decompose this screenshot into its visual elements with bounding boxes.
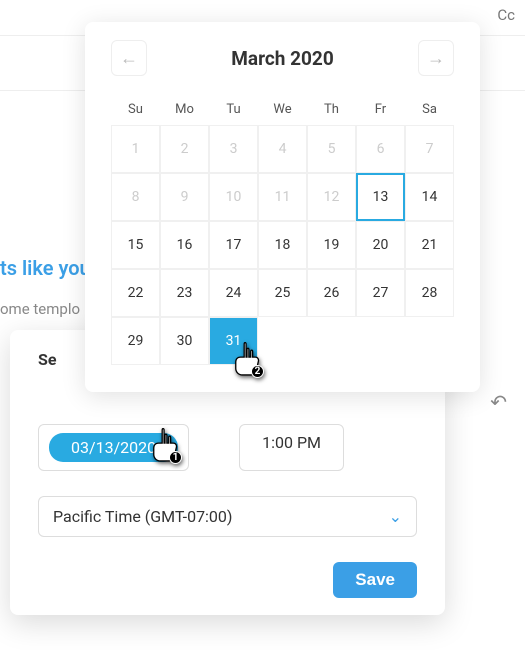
- calendar-day[interactable]: 13: [356, 173, 405, 221]
- calendar-day[interactable]: 11: [258, 173, 307, 221]
- calendar-day[interactable]: 24: [209, 269, 258, 317]
- calendar-day[interactable]: 20: [356, 221, 405, 269]
- arrow-left-icon: ←: [120, 48, 138, 69]
- calendar-day[interactable]: 22: [111, 269, 160, 317]
- calendar-weekday-label: We: [258, 94, 307, 125]
- calendar-day[interactable]: 14: [405, 173, 454, 221]
- calendar-day[interactable]: 21: [405, 221, 454, 269]
- calendar-empty-cell: [258, 317, 307, 365]
- date-input-wrap[interactable]: 03/13/2020: [38, 424, 189, 471]
- calendar-weekday-label: Mo: [160, 94, 209, 125]
- calendar-day[interactable]: 1: [111, 125, 160, 173]
- calendar-empty-cell: [405, 317, 454, 365]
- calendar-day[interactable]: 7: [405, 125, 454, 173]
- calendar-day[interactable]: 26: [307, 269, 356, 317]
- calendar-day[interactable]: 25: [258, 269, 307, 317]
- calendar-day[interactable]: 6: [356, 125, 405, 173]
- calendar-day[interactable]: 12: [307, 173, 356, 221]
- calendar-day[interactable]: 29: [111, 317, 160, 365]
- background-text: ts like you: [0, 256, 91, 280]
- calendar-day[interactable]: 4: [258, 125, 307, 173]
- calendar-weekday-label: Th: [307, 94, 356, 125]
- arrow-right-icon: →: [427, 48, 445, 69]
- calendar-grid: SuMoTuWeThFrSa12345678910111213141516171…: [111, 94, 454, 365]
- calendar-weekday-label: Sa: [405, 94, 454, 125]
- undo-icon[interactable]: ↶: [490, 390, 507, 414]
- timezone-value: Pacific Time (GMT-07:00): [53, 507, 232, 526]
- timezone-select[interactable]: Pacific Time (GMT-07:00) ⌄: [38, 496, 417, 537]
- calendar-weekday-label: Fr: [356, 94, 405, 125]
- calendar-weekday-label: Su: [111, 94, 160, 125]
- calendar-day[interactable]: 9: [160, 173, 209, 221]
- calendar-day[interactable]: 15: [111, 221, 160, 269]
- calendar-day[interactable]: 16: [160, 221, 209, 269]
- calendar-day[interactable]: 5: [307, 125, 356, 173]
- calendar-weekday-label: Tu: [209, 94, 258, 125]
- time-input[interactable]: 1:00 PM: [239, 424, 344, 471]
- calendar-empty-cell: [307, 317, 356, 365]
- calendar-day[interactable]: 17: [209, 221, 258, 269]
- calendar-day[interactable]: 19: [307, 221, 356, 269]
- calendar-day[interactable]: 27: [356, 269, 405, 317]
- calendar-day[interactable]: 23: [160, 269, 209, 317]
- calendar-empty-cell: [356, 317, 405, 365]
- calendar-day[interactable]: 2: [160, 125, 209, 173]
- calendar-day[interactable]: 3: [209, 125, 258, 173]
- calendar-day[interactable]: 30: [160, 317, 209, 365]
- next-month-button[interactable]: →: [418, 40, 454, 76]
- calendar-day[interactable]: 28: [405, 269, 454, 317]
- prev-month-button[interactable]: ←: [111, 40, 147, 76]
- calendar-day[interactable]: 8: [111, 173, 160, 221]
- chevron-down-icon: ⌄: [389, 507, 402, 526]
- background-text: ome templo: [0, 300, 80, 318]
- cc-link[interactable]: Cc: [497, 6, 515, 24]
- date-value: 03/13/2020: [49, 433, 178, 462]
- calendar-day[interactable]: 10: [209, 173, 258, 221]
- calendar-popup: ← March 2020 → SuMoTuWeThFrSa12345678910…: [85, 22, 480, 392]
- calendar-month-label: March 2020: [231, 47, 333, 70]
- calendar-day[interactable]: 18: [258, 221, 307, 269]
- calendar-day[interactable]: 31: [209, 317, 258, 365]
- save-button[interactable]: Save: [333, 562, 417, 598]
